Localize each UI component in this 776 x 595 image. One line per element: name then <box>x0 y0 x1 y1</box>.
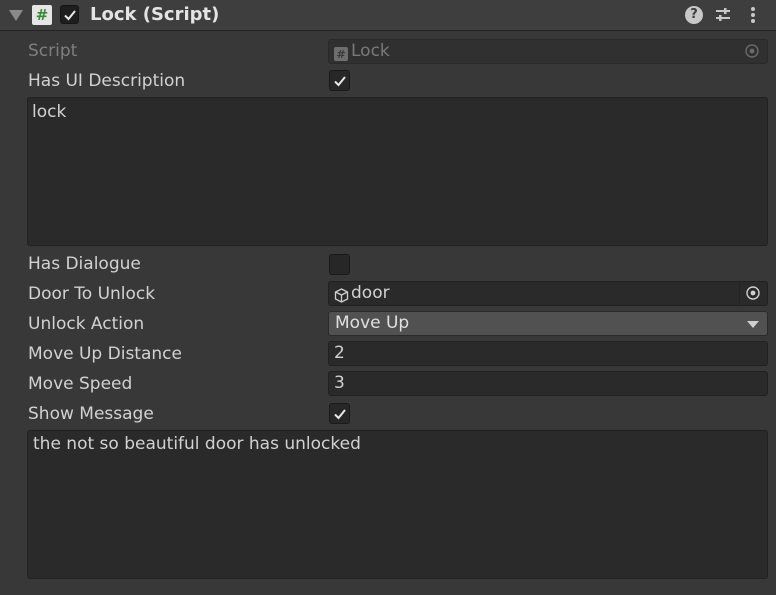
presets-sliders-icon[interactable] <box>714 6 732 24</box>
door-to-unlock-label: Door To Unlock <box>28 284 156 304</box>
move-up-distance-label: Move Up Distance <box>28 344 182 364</box>
component-title: Lock (Script) <box>90 4 220 25</box>
script-icon: # <box>334 45 348 63</box>
component-header[interactable]: # Lock (Script) ? <box>0 0 776 31</box>
move-up-distance-field[interactable]: 2 <box>328 341 768 366</box>
object-picker-icon <box>739 40 767 63</box>
foldout-arrow-icon[interactable] <box>9 10 23 21</box>
dropdown-arrow-icon <box>747 321 759 328</box>
unlock-action-label: Unlock Action <box>28 314 145 334</box>
kebab-menu-icon[interactable] <box>745 6 761 24</box>
script-value: Lock <box>351 41 390 61</box>
gameobject-cube-icon <box>334 287 349 305</box>
show-message-label: Show Message <box>28 404 154 424</box>
object-picker-icon[interactable] <box>739 282 767 305</box>
unlock-action-dropdown[interactable]: Move Up <box>328 311 768 336</box>
csharp-script-icon: # <box>32 5 52 25</box>
show-message-checkbox[interactable] <box>329 403 350 424</box>
svg-text:#: # <box>336 48 345 61</box>
door-to-unlock-value: door <box>351 283 390 303</box>
inspector-component: # Lock (Script) ? Script # Lock Has UI D… <box>0 0 776 595</box>
has-dialogue-label: Has Dialogue <box>28 254 141 274</box>
checkmark-icon <box>334 76 346 87</box>
ui-description-textarea[interactable]: lock <box>27 97 768 246</box>
message-textarea[interactable]: the not so beautiful door has unlocked <box>27 430 768 579</box>
move-speed-label: Move Speed <box>28 374 133 394</box>
script-label: Script <box>28 41 78 61</box>
move-speed-field[interactable]: 3 <box>328 371 768 396</box>
checkmark-icon <box>64 10 76 21</box>
script-field: # Lock <box>328 39 768 64</box>
door-to-unlock-field[interactable]: door <box>328 281 768 306</box>
unlock-action-value: Move Up <box>335 313 410 333</box>
has-dialogue-checkbox[interactable] <box>329 254 350 275</box>
help-icon[interactable]: ? <box>685 6 703 24</box>
has-ui-description-label: Has UI Description <box>28 71 186 91</box>
has-ui-description-checkbox[interactable] <box>329 70 350 91</box>
checkmark-icon <box>334 409 346 420</box>
component-enabled-checkbox[interactable] <box>60 5 79 24</box>
